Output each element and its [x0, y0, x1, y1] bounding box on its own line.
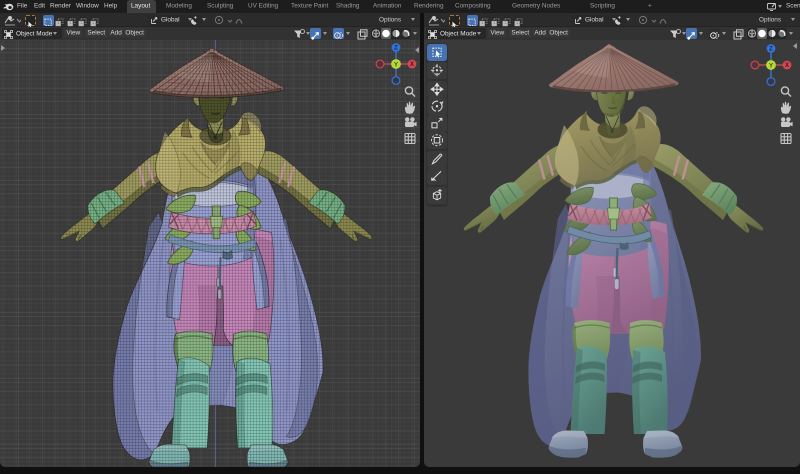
svg-text:X: X	[785, 63, 789, 69]
svg-text:Y: Y	[393, 61, 398, 68]
svg-text:X: X	[409, 62, 413, 68]
svg-text:Z: Z	[769, 46, 773, 52]
svg-text:Z: Z	[394, 46, 398, 52]
svg-text:Y: Y	[769, 62, 774, 69]
